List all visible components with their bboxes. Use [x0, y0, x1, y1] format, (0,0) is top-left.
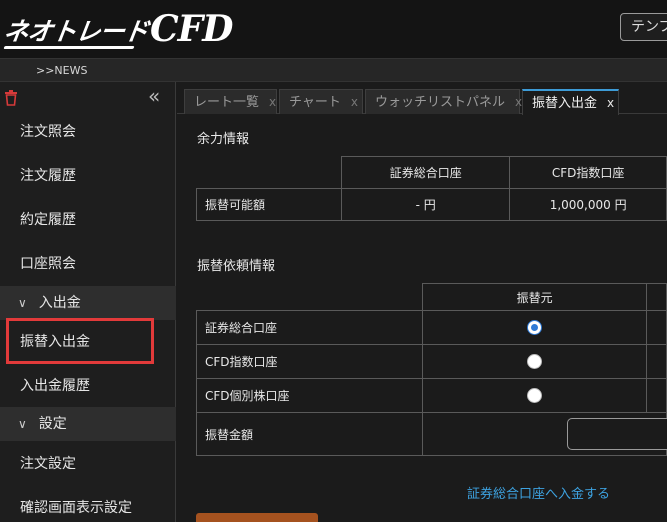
sidebar-item-deposit-history[interactable]: 入出金履歴 — [0, 364, 176, 408]
chevron-down-icon: ∨ — [18, 296, 27, 310]
empty-cell — [646, 344, 667, 379]
empty-cell — [646, 310, 667, 345]
sidebar-item-order-settings[interactable]: 注文設定 — [0, 442, 176, 486]
tab-chart[interactable]: チャート x — [279, 89, 363, 114]
tab-transfer[interactable]: 振替入出金 x — [522, 89, 619, 115]
row-label: 振替金額 — [195, 412, 424, 456]
radio-source-cfd-index[interactable] — [527, 354, 543, 369]
close-icon[interactable]: x — [607, 96, 614, 110]
brand-logo: ネオトレード CFD — [1, 6, 233, 50]
trash-icon[interactable] — [4, 90, 18, 106]
empty-cell — [196, 156, 343, 189]
collapse-sidebar-icon[interactable]: « — [148, 84, 160, 108]
radio-source-securities[interactable] — [527, 320, 543, 335]
column-header: 証券総合口座 — [341, 156, 511, 189]
highlight-annotation — [6, 318, 154, 364]
request-section-title: 振替依頼情報 — [197, 259, 276, 274]
radio-cell — [422, 344, 648, 379]
logo-text: ネオトレード — [1, 17, 150, 46]
app-header: ネオトレード CFD テンプ — [0, 0, 667, 58]
sidebar-item-order-inquiry[interactable]: 注文照会 — [0, 110, 176, 154]
news-link[interactable]: >>NEWS — [36, 64, 87, 77]
empty-cell — [646, 283, 667, 311]
row-label: 証券総合口座 — [195, 310, 424, 345]
transfer-submit-button[interactable] — [196, 513, 318, 522]
empty-cell — [646, 378, 667, 413]
tab-watchlist[interactable]: ウォッチリストパネル x — [365, 89, 522, 114]
balance-section-title: 余力情報 — [197, 132, 250, 147]
section-label: 入出金 — [38, 295, 81, 311]
tab-label: チャート — [289, 95, 341, 110]
tab-rate-list[interactable]: レート一覧 x — [184, 89, 277, 114]
transfer-amount-input[interactable] — [567, 418, 667, 450]
tab-label: ウォッチリストパネル — [375, 95, 506, 110]
sidebar-toolbar: « — [0, 82, 175, 112]
section-label: 設定 — [38, 416, 67, 432]
news-bar: >>NEWS — [0, 58, 667, 82]
sidebar-item-account-inquiry[interactable]: 口座照会 — [0, 242, 176, 286]
balance-table: 証券総合口座 CFD指数口座 振替可能額 - 円 1,000,000 円 — [195, 156, 667, 221]
deposit-to-securities-link[interactable]: 証券総合口座へ入金する — [467, 483, 610, 502]
radio-cell — [422, 310, 648, 345]
row-label: CFD指数口座 — [195, 344, 424, 379]
logo-cfd-text: CFD — [150, 8, 233, 50]
value-cell: 1,000,000 円 — [509, 188, 667, 221]
sidebar-section-deposit[interactable]: ∨ 入出金 — [0, 286, 176, 320]
logo-swoosh — [3, 46, 135, 49]
sidebar: « 注文照会 注文履歴 約定履歴 口座照会 ∨ 入出金 振替入出金 入出金履歴 ∨… — [0, 82, 176, 522]
row-label: CFD個別株口座 — [195, 378, 424, 413]
tab-label: レート一覧 — [194, 95, 260, 110]
app-window: ネオトレード CFD テンプ >>NEWS « 注文照会 注文履歴 約定履歴 口… — [0, 0, 667, 522]
radio-cell — [422, 378, 648, 413]
tab-bar: レート一覧 x チャート x ウォッチリストパネル x 振替入出金 x — [177, 82, 667, 115]
close-icon[interactable]: x — [269, 95, 276, 109]
sidebar-item-execution-history[interactable]: 約定履歴 — [0, 198, 176, 242]
row-label: 振替可能額 — [195, 188, 343, 221]
column-header: CFD指数口座 — [509, 156, 667, 189]
radio-source-cfd-stock[interactable] — [527, 388, 543, 403]
main-panel: レート一覧 x チャート x ウォッチリストパネル x 振替入出金 x 余力情報 証券総… — [177, 82, 667, 522]
value-cell: - 円 — [341, 188, 511, 221]
sidebar-item-confirm-screen-settings[interactable]: 確認画面表示設定 — [0, 486, 176, 522]
chevron-down-icon: ∨ — [18, 417, 27, 431]
empty-cell — [196, 283, 424, 311]
column-header: 振替元 — [422, 283, 648, 311]
close-icon[interactable]: x — [351, 95, 358, 109]
template-button[interactable]: テンプ — [620, 13, 667, 41]
sidebar-section-settings[interactable]: ∨ 設定 — [0, 407, 176, 441]
sidebar-item-order-history[interactable]: 注文履歴 — [0, 154, 176, 198]
tab-label: 振替入出金 — [532, 96, 598, 111]
